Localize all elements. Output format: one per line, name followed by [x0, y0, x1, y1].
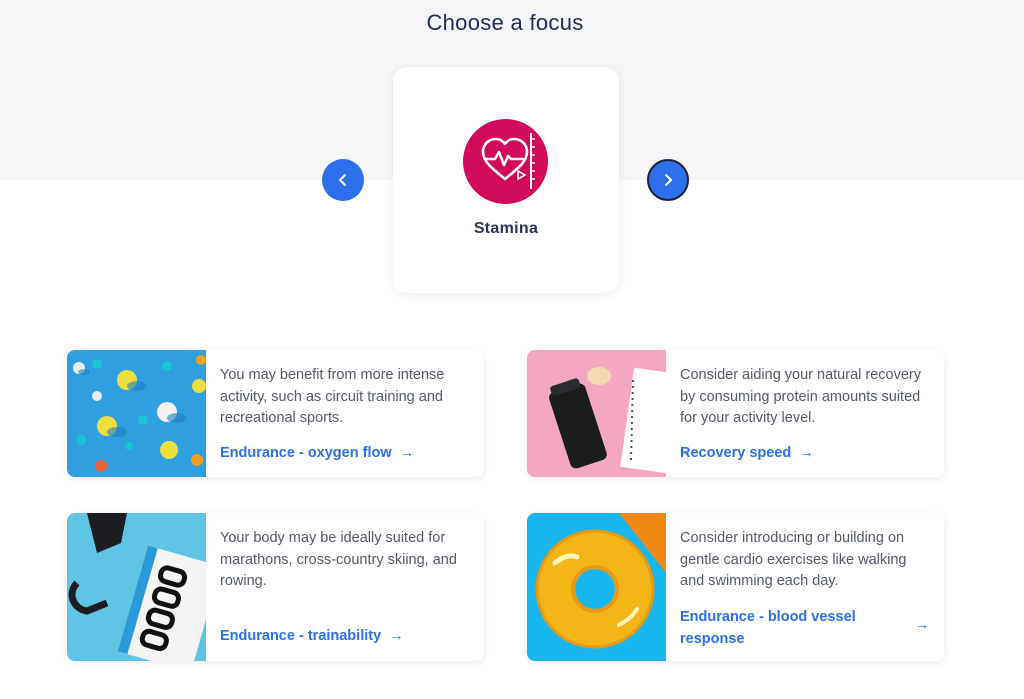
previous-focus-button[interactable] [322, 159, 364, 201]
tile-description: You may benefit from more intense activi… [220, 367, 445, 426]
arrow-right-icon: → [389, 628, 404, 644]
recovery-speed-link[interactable]: Recovery speed → [680, 445, 814, 461]
endurance-blood-vessel-link[interactable]: Endurance - blood vessel response [680, 606, 905, 650]
tile-blood-vessel-response: Consider introducing or building on gent… [527, 513, 944, 661]
next-focus-button[interactable] [647, 159, 689, 201]
protein-shaker-photo [527, 350, 666, 477]
link-label: Endurance - trainability [220, 628, 382, 644]
endurance-trainability-link[interactable]: Endurance - trainability → [220, 628, 404, 644]
pool-float-photo [527, 513, 666, 661]
heart-rate-icon [463, 119, 548, 204]
chevron-left-icon [339, 174, 346, 186]
chevron-right-icon [665, 174, 672, 186]
tile-oxygen-flow: You may benefit from more intense activi… [67, 350, 484, 477]
arrow-right-icon[interactable]: → [915, 617, 930, 633]
focus-card-stamina[interactable]: Stamina [393, 67, 619, 293]
tile-recovery-speed: Consider aiding your natural recovery by… [527, 350, 944, 477]
tile-description: Consider introducing or building on gent… [680, 530, 907, 589]
focus-label: Stamina [473, 220, 539, 237]
endurance-oxygen-flow-link[interactable]: Endurance - oxygen flow → [220, 445, 414, 461]
arrow-right-icon: → [399, 445, 415, 461]
link-label: Endurance - oxygen flow [220, 445, 392, 461]
tile-description: Consider aiding your natural recovery by… [680, 367, 921, 426]
page-title: Choose a focus [426, 10, 584, 35]
link-label: Recovery speed [680, 445, 792, 461]
colorful-balls-photo [67, 350, 206, 477]
tile-description: Your body may be ideally suited for mara… [220, 530, 457, 589]
tile-trainability: Your body may be ideally suited for mara… [67, 513, 484, 661]
race-bib-photo [67, 513, 206, 661]
arrow-right-icon: → [799, 445, 814, 461]
